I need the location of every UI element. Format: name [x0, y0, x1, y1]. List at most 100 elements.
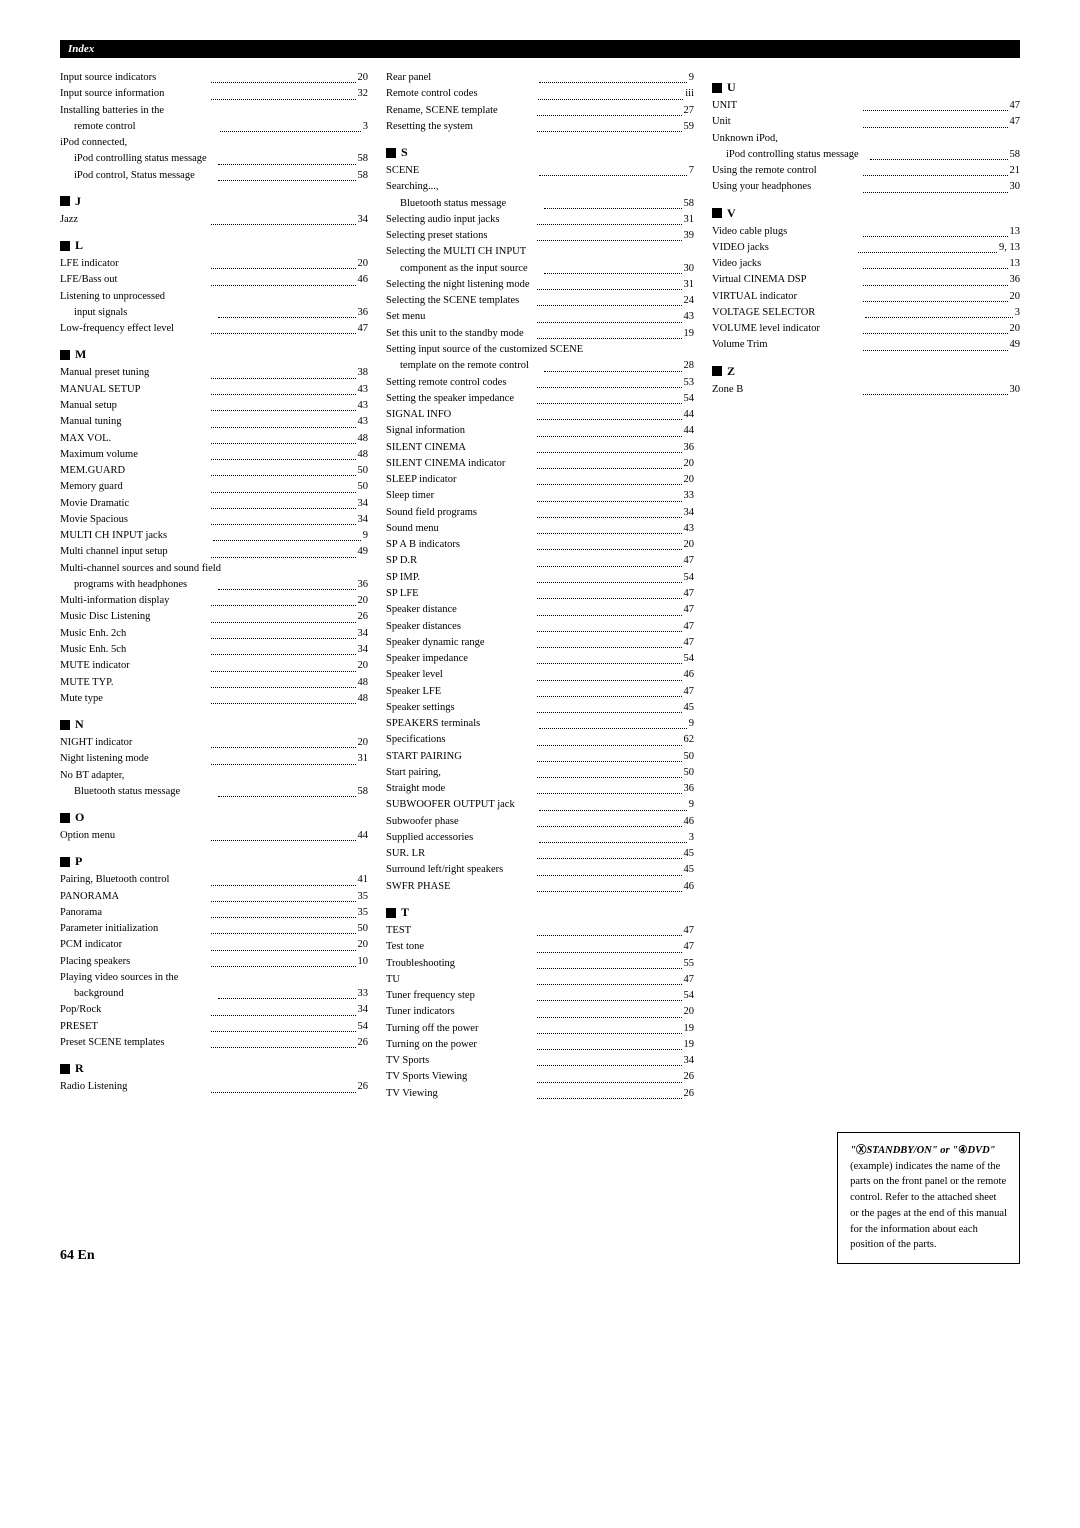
- entry-text: iPod connected,: [60, 135, 368, 151]
- entry-page: 47: [684, 602, 695, 618]
- entry-dots: [538, 86, 684, 99]
- index-header: Index: [60, 40, 1020, 58]
- entry-page: 38: [358, 365, 369, 381]
- entry-text: PANORAMA: [60, 889, 209, 905]
- entry-text: Manual setup: [60, 398, 209, 414]
- entry-text: NIGHT indicator: [60, 735, 209, 751]
- entry-text: Rename, SCENE template: [386, 103, 535, 119]
- index-entry: Selecting preset stations39: [386, 228, 694, 244]
- entry-dots: [537, 923, 682, 936]
- entry-dots: [863, 224, 1008, 237]
- entry-dots: [537, 570, 682, 583]
- index-entry: Radio Listening26: [60, 1079, 368, 1095]
- entry-dots: [211, 398, 356, 411]
- index-entry: iPod controlling status message58: [60, 151, 368, 167]
- entry-text: Multi channel input setup: [60, 544, 209, 560]
- entry-text: Selecting preset stations: [386, 228, 535, 244]
- entry-dots: [537, 1021, 682, 1034]
- entry-text: Radio Listening: [60, 1079, 209, 1095]
- section-header-T: T: [386, 905, 694, 920]
- entry-dots: [211, 828, 356, 841]
- entry-text: Using your headphones: [712, 179, 861, 195]
- entry-dots: [537, 602, 682, 615]
- entry-dots: [537, 375, 682, 388]
- entry-dots: [211, 658, 356, 671]
- entry-text: Troubleshooting: [386, 956, 535, 972]
- entry-page: 54: [684, 988, 695, 1004]
- entry-page: 54: [684, 651, 695, 667]
- entry-page: 43: [358, 382, 369, 398]
- entry-page: iii: [685, 86, 694, 102]
- index-entry: Using your headphones30: [712, 179, 1020, 195]
- entry-page: 20: [684, 472, 695, 488]
- column-3: UUNIT47Unit47Unknown iPod,iPod controlli…: [712, 70, 1020, 1102]
- entry-page: 20: [358, 70, 369, 86]
- entry-dots: [537, 939, 682, 952]
- entry-dots: [537, 407, 682, 420]
- entry-page: 41: [358, 872, 369, 888]
- entry-text: MANUAL SETUP: [60, 382, 209, 398]
- index-entry: Specifications62: [386, 732, 694, 748]
- index-entry: Sleep timer 33: [386, 488, 694, 504]
- section-letter: V: [727, 206, 736, 221]
- entry-text: LFE indicator: [60, 256, 209, 272]
- entry-text: TV Sports: [386, 1053, 535, 1069]
- entry-page: 3: [689, 830, 694, 846]
- section-square: [60, 813, 70, 823]
- entry-dots: [539, 70, 686, 83]
- entry-dots: [211, 70, 356, 83]
- entry-page: 50: [684, 765, 695, 781]
- entry-dots: [537, 391, 682, 404]
- index-entry: Sound field programs34: [386, 505, 694, 521]
- entry-dots: [537, 972, 682, 985]
- entry-dots: [863, 321, 1008, 334]
- entry-page: 46: [684, 667, 695, 683]
- entry-page: 9: [689, 797, 694, 813]
- entry-page: 36: [1010, 272, 1021, 288]
- entry-page: 46: [358, 272, 369, 288]
- section-header-V: V: [712, 206, 1020, 221]
- index-entry: remote control3: [60, 119, 368, 135]
- entry-text: Pop/Rock: [60, 1002, 209, 1018]
- index-entry: Speaker dynamic range47: [386, 635, 694, 651]
- section-letter: J: [75, 194, 81, 209]
- entry-page: 48: [358, 691, 369, 707]
- index-entry: Option menu44: [60, 828, 368, 844]
- index-entry: Pop/Rock34: [60, 1002, 368, 1018]
- index-entry: Speaker distances47: [386, 619, 694, 635]
- entry-dots: [537, 1053, 682, 1066]
- entry-text: Setting remote control codes: [386, 375, 535, 391]
- entry-text: Maximum volume: [60, 447, 209, 463]
- entry-page: 33: [684, 488, 695, 504]
- index-entry: VOLUME level indicator20: [712, 321, 1020, 337]
- index-entry: Turning off the power19: [386, 1021, 694, 1037]
- entry-page: 9: [689, 716, 694, 732]
- note-line7: position of the parts.: [850, 1237, 1007, 1253]
- page-number: 64 En: [60, 1248, 95, 1264]
- index-entry: Input source information32: [60, 86, 368, 102]
- section-letter: M: [75, 347, 86, 362]
- entry-dots: [211, 414, 356, 427]
- entry-dots: [211, 447, 356, 460]
- entry-dots: [211, 626, 356, 639]
- entry-text: SP LFE: [386, 586, 535, 602]
- entry-text: SUR. LR: [386, 846, 535, 862]
- entry-text: Rear panel: [386, 70, 537, 86]
- entry-dots: [211, 889, 356, 902]
- entry-page: 30: [1010, 382, 1021, 398]
- section-square: [386, 148, 396, 158]
- entry-text: SCENE: [386, 163, 537, 179]
- entry-page: 55: [684, 956, 695, 972]
- index-entry: Selecting the SCENE templates24: [386, 293, 694, 309]
- entry-text: Sleep timer: [386, 488, 535, 504]
- entry-text: Turning off the power: [386, 1021, 535, 1037]
- index-entry: iPod connected,: [60, 135, 368, 151]
- index-entry: Video jacks13: [712, 256, 1020, 272]
- entry-text: Signal information: [386, 423, 535, 439]
- entry-page: 50: [684, 749, 695, 765]
- entry-text: Zone B: [712, 382, 861, 398]
- section-header-N: N: [60, 717, 368, 732]
- section-square: [386, 908, 396, 918]
- entry-page: 34: [684, 1053, 695, 1069]
- index-entry: Installing batteries in the: [60, 103, 368, 119]
